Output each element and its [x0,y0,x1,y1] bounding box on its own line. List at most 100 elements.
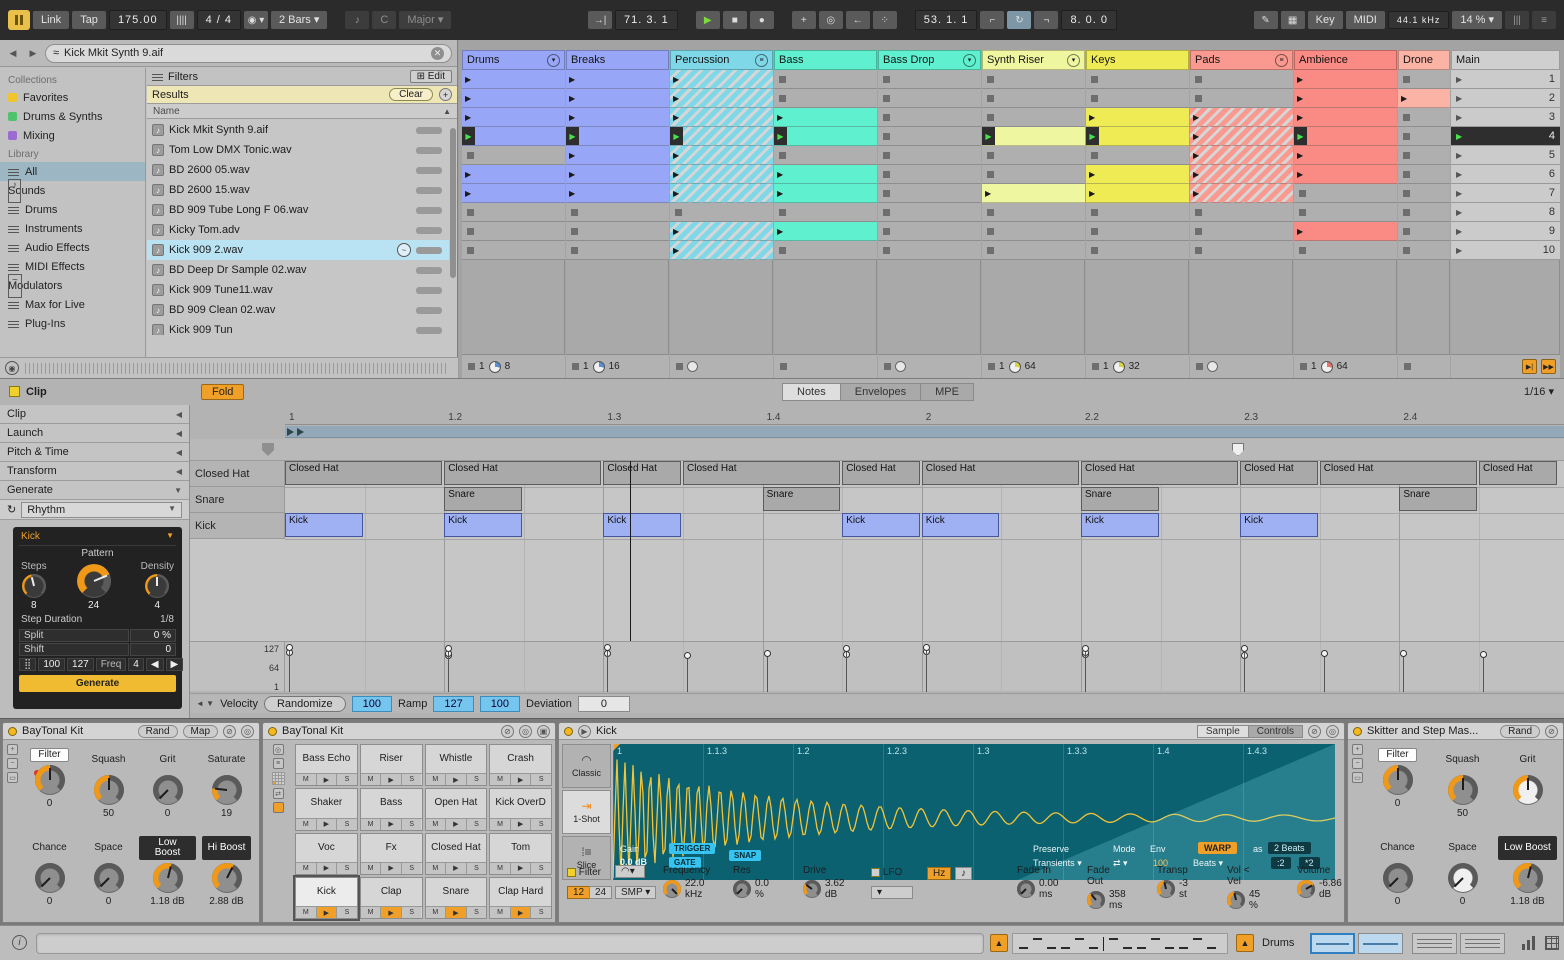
file-preview-icon[interactable]: ~ [397,243,411,257]
punch-out-button[interactable]: ¬ [1034,11,1059,29]
clip-slot[interactable] [462,241,565,260]
clip-stop-button[interactable] [883,151,890,159]
pad-play-button[interactable]: ▶ [316,907,338,918]
pad-solo-button[interactable]: S [337,907,357,918]
clip-stop-button[interactable] [1403,151,1410,159]
section-header-pitch-time[interactable]: Pitch & Time ◀ [0,443,189,462]
warp-button[interactable]: WARP [1198,842,1237,854]
clip-stop-button[interactable] [883,208,890,216]
section-header-launch[interactable]: Launch ◀ [0,424,189,443]
pad-play-button[interactable]: ▶ [446,818,467,830]
midi-note[interactable]: Closed Hat [1479,461,1557,485]
clip-slot[interactable] [878,203,981,222]
scene-slot-6[interactable]: ▶ 6 [1451,165,1560,184]
clip-play-icon[interactable]: ▶ [777,189,783,198]
stop-all-track-clips-button[interactable] [988,363,995,370]
clip-stop-button[interactable] [1195,246,1202,254]
pad-play-button[interactable]: ▶ [381,774,402,786]
param-knob-volume[interactable] [1297,880,1315,898]
collection-item-mixing[interactable]: Mixing [0,126,145,145]
file-row-bd-909-tube-long-f-06-wav[interactable]: ♪ BD 909 Tube Long F 06.wav [147,200,449,220]
clip-play-icon[interactable]: ▶ [777,227,783,236]
clip-stop-button[interactable] [1403,208,1410,216]
clip-slot[interactable] [1086,222,1189,241]
clip-play-icon[interactable]: ▶ [673,246,679,255]
clip-slot[interactable]: ▶ [566,146,669,165]
clip-slot[interactable] [878,89,981,108]
clip-playing-icon[interactable]: ▶ [566,127,579,145]
clip-play-icon[interactable]: ▶ [465,170,471,179]
velocity-stem[interactable] [448,648,450,692]
pad-play-button[interactable]: ▶ [510,862,532,874]
clip-stop-button[interactable] [675,208,682,216]
clip-slot[interactable]: ▶ [1190,184,1293,203]
velocity-stem[interactable] [687,655,688,692]
pad-mute-button[interactable]: M [490,774,511,786]
pad-mute-button[interactable]: M [425,774,447,786]
macro-label[interactable]: Grit [159,748,175,772]
clip-slot[interactable]: ▶ [462,70,565,89]
pad-solo-button[interactable]: S [401,862,422,874]
pad-play-button[interactable]: ▶ [510,774,532,786]
rand-button[interactable]: Rand [137,724,178,738]
tab-envelopes[interactable]: Envelopes [839,383,922,401]
search-field[interactable]: ≈ ✕ [45,43,452,63]
info-icon[interactable]: i [12,935,27,950]
generate-button[interactable]: Generate [19,675,176,692]
search-clear-icon[interactable]: ✕ [431,46,444,60]
clip-slot[interactable] [1398,146,1450,165]
clip-slot[interactable]: ▶ [1294,146,1397,165]
clip-slot[interactable]: ▶ [670,127,773,146]
drum-pad-open-hat[interactable]: Open Hat M ▶ S [424,788,488,831]
file-row-bd-2600-15-wav[interactable]: ♪ BD 2600 15.wav [147,180,449,200]
track-header-breaks[interactable]: Breaks [566,50,669,70]
expand-left-button[interactable]: ▲ [990,934,1008,952]
track-menu-icon[interactable]: ▾ [547,53,560,67]
save-preset-icon[interactable]: ◎ [241,724,254,738]
pad-play-button[interactable]: ▶ [446,862,467,874]
clip-stop-button[interactable] [1091,246,1098,254]
velocity-marker[interactable] [286,643,293,651]
clip-slot[interactable]: ▶ [670,70,773,89]
arrangement-position-display[interactable]: 71. 3. 1 [615,10,678,30]
drum-pad-fx[interactable]: Fx M ▶ S [359,832,423,875]
pad-solo-button[interactable]: S [531,862,551,874]
midi-note[interactable]: Kick [444,513,522,537]
pad-solo-button[interactable]: S [337,818,357,830]
macro-knob-saturate[interactable] [211,775,242,805]
clip-slot[interactable] [982,146,1085,165]
groove-amount-menu[interactable]: 2 Bars ▾ [271,11,328,29]
pad-mute-button[interactable]: M [296,818,317,830]
hot-swap-icon[interactable]: ⊘ [1308,724,1321,738]
pad-mute-button[interactable]: M [360,818,382,830]
clip-stop-button[interactable] [1403,170,1410,178]
add-filter-button[interactable]: + [439,88,452,101]
clip-stop-button[interactable] [1403,189,1410,197]
slope-12-button[interactable]: 12 [567,886,591,899]
drum-pad-crash[interactable]: Crash M ▶ S [489,744,552,787]
pad-solo-button[interactable]: S [337,774,357,786]
pad-solo-button[interactable]: S [531,774,551,786]
macro-label[interactable]: Filter [30,748,69,762]
remove-macro-icon[interactable]: − [7,758,18,769]
hot-swap-icon[interactable]: ⊘ [223,724,236,738]
clip-slot[interactable] [878,108,981,127]
stop-all-track-clips-button[interactable] [884,363,891,370]
macro-label[interactable]: Filter [1378,748,1417,762]
step-duration-value[interactable]: 1/8 [160,614,174,625]
midi-note[interactable]: Kick [603,513,681,537]
velocity-stem[interactable] [289,646,290,692]
param-knob-vol-vel[interactable] [1227,891,1245,909]
pad-play-button[interactable]: ▶ [510,818,532,830]
clip-stop-button[interactable] [883,189,890,197]
save-preset-icon[interactable]: ◎ [519,724,532,738]
scale-mode-icon[interactable]: ♪ [345,11,370,29]
stop-all-track-clips-button[interactable] [1404,363,1411,370]
velocity-marker[interactable] [1480,650,1487,658]
clip-slot[interactable]: ▶ [462,165,565,184]
re-enable-automation-button[interactable]: ← [845,11,870,29]
clip-slot[interactable] [774,146,877,165]
drum-row-label-snare[interactable]: Snare [190,487,285,513]
section-header-generate[interactable]: Generate ▼ [0,481,189,500]
device-thumbnail[interactable] [1412,933,1457,954]
